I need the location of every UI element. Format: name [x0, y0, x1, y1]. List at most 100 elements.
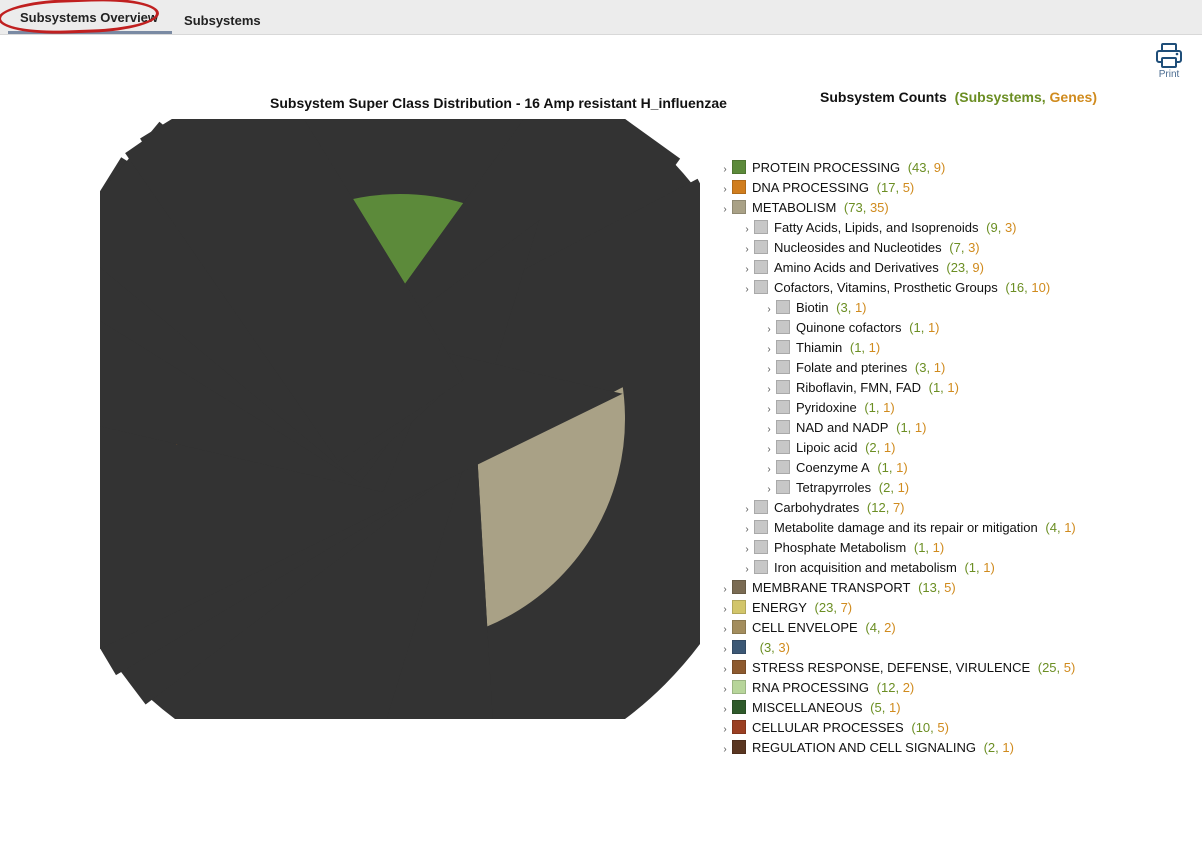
chevron-right-icon[interactable]: › — [720, 181, 730, 199]
color-swatch — [754, 240, 768, 254]
tree-label[interactable]: ENERGY — [752, 600, 807, 615]
tree-node: › Metabolite damage and its repair or mit… — [742, 519, 1097, 539]
tree-node: ›Carbohydrates (12, 7) — [742, 499, 1097, 519]
chevron-right-icon[interactable]: › — [764, 321, 774, 339]
tree-counts: (23, 9) — [943, 260, 984, 275]
tree-counts: (73, 35) — [840, 200, 888, 215]
chevron-right-icon[interactable]: › — [720, 701, 730, 719]
tree-node: › Riboflavin, FMN, FAD (1, 1) — [764, 379, 1097, 399]
legend-panel: Subsystem Counts (Subsystems, Genes) › PR… — [720, 89, 1097, 759]
tree-counts: (1, 1) — [846, 340, 880, 355]
tree-counts: (3, 1) — [833, 300, 867, 315]
tree-label[interactable]: Quinone cofactors — [796, 320, 902, 335]
tree-label[interactable]: MISCELLANEOUS — [752, 700, 863, 715]
chevron-right-icon[interactable]: › — [720, 741, 730, 759]
chevron-right-icon[interactable]: › — [720, 161, 730, 179]
chevron-right-icon[interactable]: › — [742, 281, 752, 299]
tree-node: › STRESS RESPONSE, DEFENSE, VIRULENCE (25… — [720, 659, 1097, 679]
tree-label[interactable]: RNA PROCESSING — [752, 680, 869, 695]
tree-label[interactable]: Thiamin — [796, 340, 842, 355]
chevron-right-icon[interactable]: › — [720, 721, 730, 739]
chevron-right-icon[interactable]: › — [742, 221, 752, 239]
color-swatch — [732, 680, 746, 694]
legend-header: Subsystem Counts (Subsystems, Genes) — [820, 89, 1097, 105]
tree-node: ›Phosphate Metabolism (1, 1) — [742, 539, 1097, 559]
chevron-right-icon[interactable]: › — [720, 681, 730, 699]
chevron-right-icon[interactable]: › — [764, 381, 774, 399]
tree-node: › Nucleosides and Nucleotides (7, 3) — [742, 239, 1097, 259]
chevron-right-icon[interactable]: › — [720, 661, 730, 679]
chevron-right-icon[interactable]: › — [720, 641, 730, 659]
tree-label[interactable]: METABOLISM — [752, 200, 836, 215]
tree-label[interactable]: Metabolite damage and its repair or miti… — [774, 520, 1038, 535]
tree-counts: (2, 1) — [980, 740, 1014, 755]
chevron-right-icon[interactable]: › — [720, 581, 730, 599]
tree-label[interactable]: Cofactors, Vitamins, Prosthetic Groups — [774, 280, 998, 295]
tree-label[interactable]: Pyridoxine — [796, 400, 857, 415]
tree-counts: (10, 5) — [908, 720, 949, 735]
tree-label[interactable]: Fatty Acids, Lipids, and Isoprenoids — [774, 220, 979, 235]
tree-label[interactable]: DNA PROCESSING — [752, 180, 869, 195]
chevron-right-icon[interactable]: › — [720, 601, 730, 619]
tree-label[interactable]: Nucleosides and Nucleotides — [774, 240, 942, 255]
chevron-right-icon[interactable]: › — [764, 421, 774, 439]
color-swatch — [754, 540, 768, 554]
tree-counts: (1, 1) — [925, 380, 959, 395]
color-swatch — [776, 400, 790, 414]
print-button[interactable]: Print — [1154, 43, 1184, 80]
tree-label[interactable]: REGULATION AND CELL SIGNALING — [752, 740, 976, 755]
tree-label[interactable]: Carbohydrates — [774, 500, 859, 515]
tree-label[interactable]: NAD and NADP — [796, 420, 888, 435]
tree-label[interactable]: Riboflavin, FMN, FAD — [796, 380, 921, 395]
tree-label[interactable]: PROTEIN PROCESSING — [752, 160, 900, 175]
tree-label[interactable]: STRESS RESPONSE, DEFENSE, VIRULENCE — [752, 660, 1030, 675]
chevron-right-icon[interactable]: › — [742, 521, 752, 539]
tree-label[interactable]: Lipoic acid — [796, 440, 857, 455]
chevron-right-icon[interactable]: › — [742, 561, 752, 579]
tree-counts: (1, 1) — [874, 460, 908, 475]
chevron-right-icon[interactable]: › — [764, 481, 774, 499]
tab-subsystems-overview[interactable]: Subsystems Overview — [8, 4, 172, 34]
color-swatch — [732, 180, 746, 194]
tree-counts: (1, 1) — [906, 320, 940, 335]
chevron-right-icon[interactable]: › — [764, 401, 774, 419]
tree-label[interactable]: Phosphate Metabolism — [774, 540, 906, 555]
color-swatch — [754, 220, 768, 234]
chevron-right-icon[interactable]: › — [742, 241, 752, 259]
tab-subsystems[interactable]: Subsystems — [172, 7, 275, 34]
chevron-right-icon[interactable]: › — [764, 441, 774, 459]
chevron-right-icon[interactable]: › — [764, 341, 774, 359]
color-swatch — [732, 580, 746, 594]
chevron-right-icon[interactable]: › — [742, 261, 752, 279]
tree-counts: (2, 1) — [861, 440, 895, 455]
chevron-right-icon[interactable]: › — [764, 461, 774, 479]
tree-node: › Amino Acids and Derivatives (23, 9) — [742, 259, 1097, 279]
tree-node: › Thiamin (1, 1) — [764, 339, 1097, 359]
tree-label[interactable]: Folate and pterines — [796, 360, 907, 375]
chevron-right-icon[interactable]: › — [764, 301, 774, 319]
legend-title: Subsystem Counts — [820, 89, 947, 105]
tree-label[interactable]: CELLULAR PROCESSES — [752, 720, 904, 735]
pie-chart — [100, 119, 700, 719]
tree-node: › CELLULAR PROCESSES (10, 5) — [720, 719, 1097, 739]
color-swatch — [732, 160, 746, 174]
tree-counts: (1, 1) — [861, 400, 895, 415]
tree-label[interactable]: CELL ENVELOPE — [752, 620, 858, 635]
chevron-right-icon[interactable]: › — [720, 621, 730, 639]
tree-node: ›DNA PROCESSING (17, 5) — [720, 179, 1097, 199]
tree-label[interactable]: MEMBRANE TRANSPORT — [752, 580, 910, 595]
chevron-right-icon[interactable]: › — [742, 541, 752, 559]
chevron-right-icon[interactable]: › — [764, 361, 774, 379]
tree-label[interactable]: Coenzyme A — [796, 460, 870, 475]
printer-icon — [1154, 43, 1184, 69]
tree-label[interactable]: Tetrapyrroles — [796, 480, 871, 495]
legend-genes-label: Genes — [1050, 89, 1093, 105]
chevron-right-icon[interactable]: › — [720, 201, 730, 219]
tree-counts: (7, 3) — [946, 240, 980, 255]
tree-label[interactable]: Biotin — [796, 300, 829, 315]
tree-counts: (25, 5) — [1034, 660, 1075, 675]
chevron-right-icon[interactable]: › — [742, 501, 752, 519]
tree-counts: (16, 10) — [1002, 280, 1050, 295]
tree-label[interactable]: Amino Acids and Derivatives — [774, 260, 939, 275]
tree-label[interactable]: Iron acquisition and metabolism — [774, 560, 957, 575]
